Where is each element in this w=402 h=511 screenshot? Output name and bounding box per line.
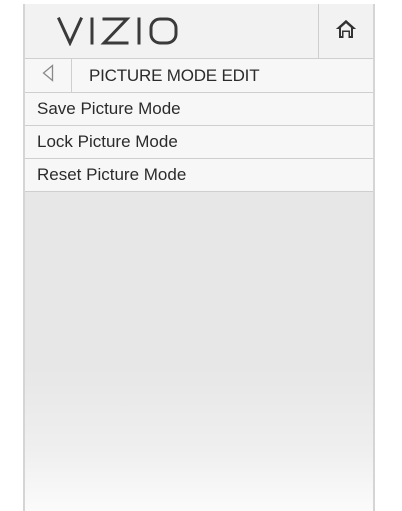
menu-list: Save Picture Mode Lock Picture Mode Rese…: [25, 93, 373, 192]
menu-item-reset-picture-mode[interactable]: Reset Picture Mode: [25, 159, 373, 192]
vizio-logo: [57, 16, 181, 46]
page-title: PICTURE MODE EDIT: [89, 66, 260, 85]
header-bar: [25, 4, 373, 59]
subheader-bar: PICTURE MODE EDIT: [25, 59, 373, 93]
home-icon: [335, 19, 357, 44]
home-button[interactable]: [318, 4, 373, 58]
menu-item-lock-picture-mode[interactable]: Lock Picture Mode: [25, 126, 373, 159]
back-triangle-icon: [42, 64, 54, 87]
back-button[interactable]: [25, 59, 72, 92]
menu-panel: PICTURE MODE EDIT Save Picture Mode Lock…: [23, 4, 375, 511]
menu-item-save-picture-mode[interactable]: Save Picture Mode: [25, 93, 373, 126]
